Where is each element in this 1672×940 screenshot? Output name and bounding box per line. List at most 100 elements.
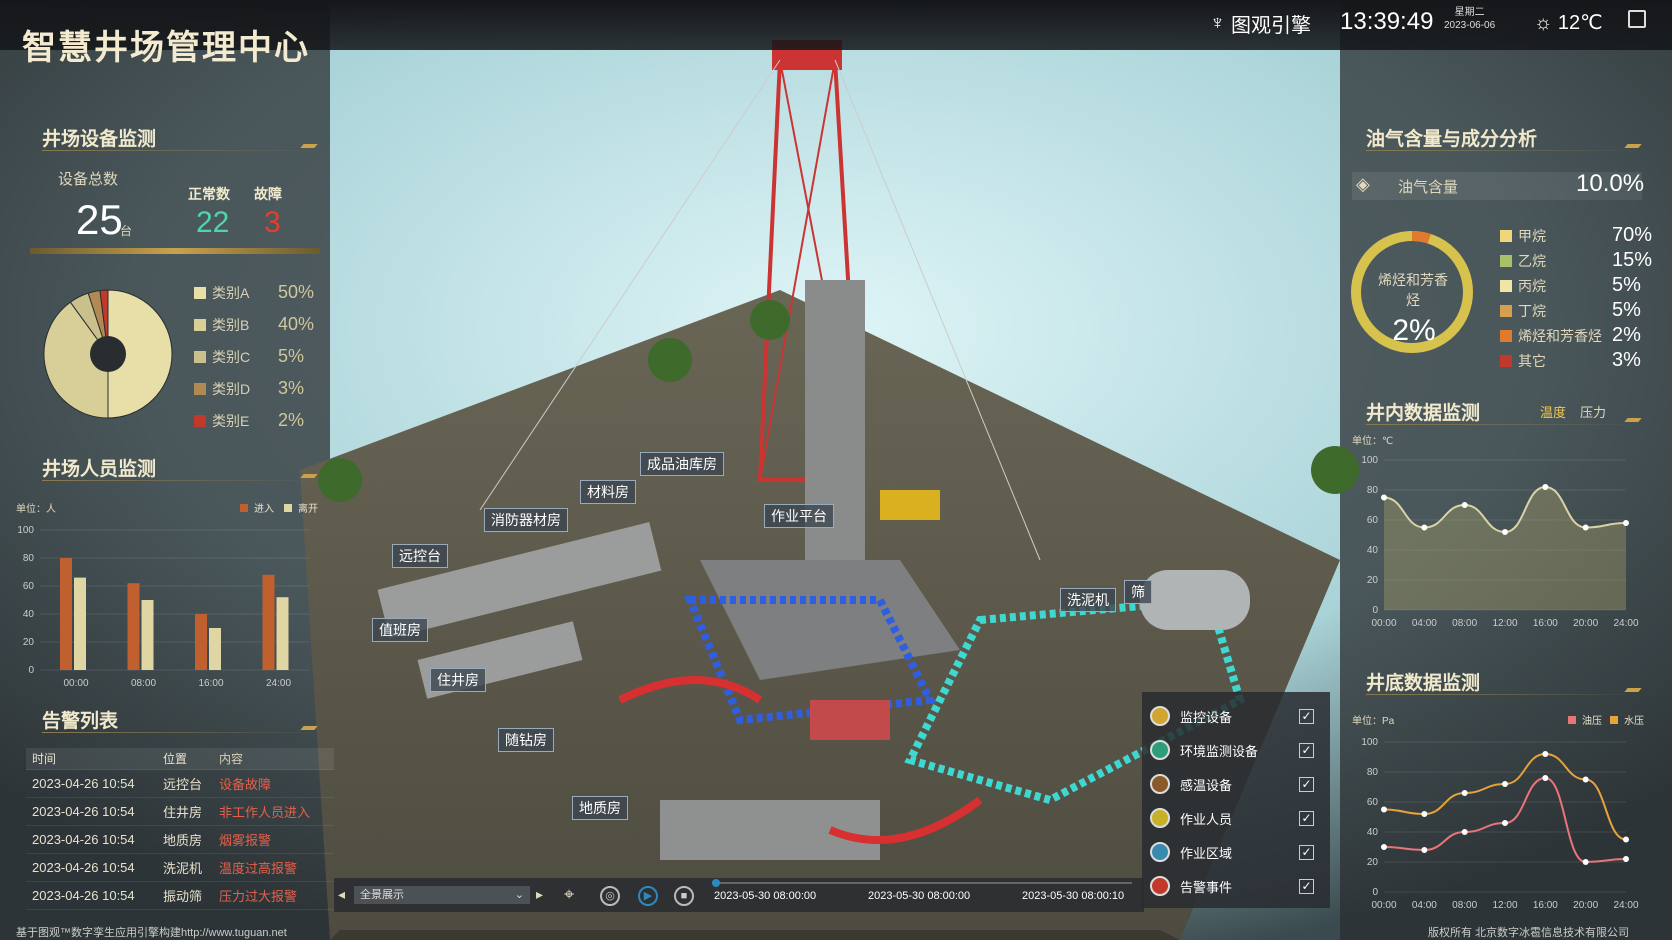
- tab-temperature[interactable]: 温度: [1540, 402, 1566, 421]
- play-icon[interactable]: ▶: [638, 886, 658, 906]
- x-tick-label: 00:00: [1371, 900, 1396, 911]
- map-label-remote-console[interactable]: 远控台: [392, 544, 448, 568]
- layer-name: 作业人员: [1180, 811, 1233, 827]
- alarm-location: 振动筛: [163, 889, 203, 904]
- x-tick-label: 20:00: [1573, 618, 1598, 629]
- exit-fullscreen-icon[interactable]: [1628, 10, 1646, 28]
- x-tick-label: 16:00: [1533, 900, 1558, 911]
- alarm-row[interactable]: 2023-04-26 10:54 振动筛 压力过大报警: [26, 882, 334, 910]
- current-time: 13:39:49: [1340, 8, 1434, 35]
- legend-swatch: [1500, 354, 1512, 367]
- prev-icon[interactable]: ◂: [338, 886, 345, 903]
- alarm-time: 2023-04-26 10:54: [32, 860, 135, 875]
- component-percent: 15%: [1612, 249, 1653, 271]
- equipment-fault-label: 故障: [254, 186, 282, 202]
- x-tick-label: 12:00: [1492, 900, 1517, 911]
- x-tick-label: 04:00: [1412, 618, 1437, 629]
- y-tick-label: 20: [1367, 575, 1379, 586]
- category-percent: 5%: [278, 346, 305, 366]
- layer-checkbox[interactable]: ✓: [1299, 810, 1314, 826]
- alarm-row[interactable]: 2023-04-26 10:54 远控台 设备故障: [26, 770, 334, 798]
- brand-name: 图观引擎: [1231, 15, 1311, 37]
- header-location: 位置: [163, 752, 188, 766]
- data-point: [1421, 524, 1428, 531]
- data-point: [1582, 859, 1589, 865]
- layer-toggle-item[interactable]: 告警事件 ✓: [1150, 873, 1320, 899]
- alarm-time: 2023-04-26 10:54: [32, 804, 135, 819]
- reset-view-icon[interactable]: ◎: [600, 886, 620, 906]
- layer-toggle-item[interactable]: 作业区域 ✓: [1150, 839, 1320, 865]
- category-name: 类别D: [212, 380, 251, 397]
- x-tick-label: 16:00: [1533, 618, 1558, 629]
- map-label-drilling-room[interactable]: 随钻房: [498, 728, 554, 752]
- alarm-row[interactable]: 2023-04-26 10:54 地质房 烟雾报警: [26, 826, 334, 854]
- scene-select[interactable]: 全景展示 ⌄: [354, 886, 530, 904]
- data-point: [1542, 775, 1549, 781]
- timeline-handle[interactable]: [712, 879, 720, 887]
- alarm-content: 设备故障: [219, 777, 272, 792]
- layer-toggle-item[interactable]: 环境监测设备 ✓: [1150, 737, 1320, 763]
- map-label-mud-cleaner[interactable]: 洗泥机: [1060, 588, 1116, 612]
- x-tick-label: 00:00: [1371, 618, 1396, 629]
- layer-name: 监控设备: [1180, 709, 1233, 725]
- x-tick-label: 24:00: [1613, 618, 1638, 629]
- y-tick-label: 60: [23, 581, 35, 592]
- component-legend-item: 其它 3%: [1500, 349, 1660, 372]
- layer-checkbox[interactable]: ✓: [1299, 878, 1314, 894]
- timeline-track[interactable]: [712, 882, 1132, 884]
- layer-toggle-item[interactable]: 监控设备 ✓: [1150, 703, 1320, 729]
- x-tick-label: 04:00: [1412, 900, 1437, 911]
- alarm-location: 远控台: [163, 777, 203, 792]
- map-label-duty-room[interactable]: 值班房: [372, 618, 428, 642]
- legend-swatch: [194, 286, 206, 299]
- component-legend-item: 甲烷 70%: [1500, 224, 1660, 247]
- layer-icon: [1150, 774, 1170, 794]
- alarm-table: 时间 位置 内容 2023-04-26 10:54 远控台 设备故障 2023-04-…: [26, 748, 334, 910]
- alarm-row[interactable]: 2023-04-26 10:54 洗泥机 温度过高报警: [26, 854, 334, 882]
- equipment-legend-item: 类别D 3%: [194, 378, 314, 399]
- layer-checkbox[interactable]: ✓: [1299, 708, 1314, 724]
- bar-进入: [195, 614, 207, 670]
- category-percent: 3%: [278, 378, 305, 398]
- equipment-total-label: 设备总数: [58, 171, 119, 188]
- layer-icon: [1150, 740, 1170, 760]
- alarm-time: 2023-04-26 10:54: [32, 888, 135, 903]
- scene-select-value: 全景展示: [360, 889, 404, 901]
- layer-name: 感温设备: [1180, 777, 1233, 793]
- map-label-shaker[interactable]: 筛: [1124, 580, 1152, 604]
- legend-swatch: [194, 318, 206, 331]
- layer-checkbox[interactable]: ✓: [1299, 742, 1314, 758]
- map-label-work-platform[interactable]: 作业平台: [764, 504, 834, 528]
- map-label-fire-equipment-room[interactable]: 消防器材房: [484, 508, 568, 532]
- alarm-content: 烟雾报警: [219, 833, 272, 848]
- map-label-geology-room[interactable]: 地质房: [572, 796, 628, 820]
- stop-icon[interactable]: ■: [674, 886, 694, 906]
- tab-pressure[interactable]: 压力: [1580, 402, 1606, 421]
- next-icon[interactable]: ▸: [536, 886, 543, 903]
- layer-icon: [1150, 876, 1170, 896]
- equipment-normal-label: 正常数: [188, 186, 230, 202]
- well-bottom-line-chart: 0 20 40 60 80 100 00:00 04:00 08:00 12:00 16:00 20:…: [1361, 737, 1639, 911]
- layer-name: 告警事件: [1180, 879, 1233, 895]
- x-tick-label: 08:00: [1452, 618, 1477, 629]
- alarm-table-header: 时间 位置 内容: [26, 748, 334, 770]
- category-name: 类别A: [212, 284, 250, 301]
- legend-swatch: [1500, 329, 1512, 342]
- bar-离开: [276, 597, 289, 670]
- layer-toggle-item[interactable]: 感温设备 ✓: [1150, 771, 1320, 797]
- alarm-row[interactable]: 2023-04-26 10:54 住井房 非工作人员进入: [26, 798, 334, 826]
- map-label-material-room[interactable]: 材料房: [580, 480, 636, 504]
- map-label-well-quarters[interactable]: 住井房: [430, 668, 486, 692]
- layer-icon: [1150, 842, 1170, 862]
- layer-checkbox[interactable]: ✓: [1299, 844, 1314, 860]
- map-label-product-oil-room[interactable]: 成品油库房: [640, 452, 724, 476]
- x-tick-label: 12:00: [1492, 618, 1517, 629]
- locate-icon[interactable]: ⌖: [564, 884, 574, 905]
- layer-checkbox[interactable]: ✓: [1299, 776, 1314, 792]
- well-inner-panel-title: 井内数据监测: [1366, 398, 1647, 425]
- date: 2023-06-06: [1444, 20, 1496, 31]
- equipment-legend-item: 类别A 50%: [194, 282, 314, 303]
- category-percent: 2%: [278, 410, 305, 430]
- layer-toggle-item[interactable]: 作业人员 ✓: [1150, 805, 1320, 831]
- data-point: [1461, 790, 1468, 796]
